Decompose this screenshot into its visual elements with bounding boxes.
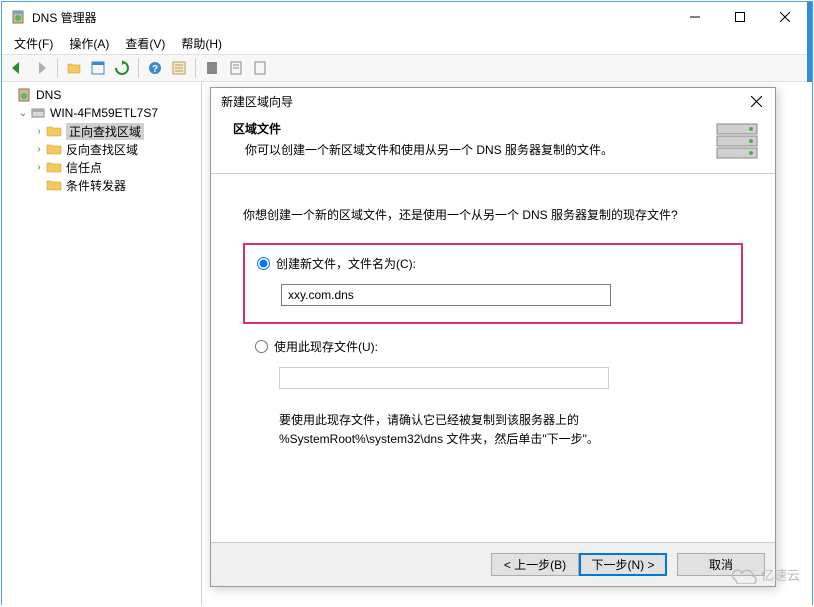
expand-icon[interactable]: ⌄: [16, 108, 30, 119]
wizard-title: 新建区域向导: [221, 93, 741, 110]
help-button[interactable]: ?: [144, 57, 166, 79]
highlight-region: 创建新文件，文件名为(C):: [243, 243, 743, 324]
back-button[interactable]: < 上一步(B): [491, 553, 579, 576]
tree-item-forward[interactable]: › 正向查找区域: [2, 122, 201, 140]
tree-server[interactable]: ⌄ WIN-4FM59ETL7S7: [2, 104, 201, 122]
server-stack-icon: [711, 120, 763, 168]
radio-create-new-input[interactable]: [257, 257, 270, 270]
maximize-button[interactable]: [717, 3, 762, 31]
wizard-note: 要使用此现存文件，请确认它已经被复制到该服务器上的 %SystemRoot%\s…: [279, 411, 731, 449]
menu-action[interactable]: 操作(A): [61, 33, 117, 54]
folder-icon: [46, 178, 62, 192]
tool-3[interactable]: [249, 57, 271, 79]
properties-button[interactable]: [168, 57, 190, 79]
tool-1[interactable]: [201, 57, 223, 79]
dns-icon: [16, 88, 32, 102]
window-title: DNS 管理器: [32, 9, 672, 26]
content-panel: 新建区域向导 区域文件 你可以创建一个新区域文件和使用从另一个 DNS 服务器复…: [202, 82, 812, 606]
tree-panel: DNS ⌄ WIN-4FM59ETL7S7 › 正向查找区域 › 反向查找区域 …: [2, 82, 202, 606]
view-button[interactable]: [87, 57, 109, 79]
folder-icon: [46, 142, 62, 156]
tree-item-reverse[interactable]: › 反向查找区域: [2, 140, 201, 158]
radio-existing-input[interactable]: [255, 340, 268, 353]
tree-item-trust[interactable]: › 信任点: [2, 158, 201, 176]
expand-icon[interactable]: ›: [32, 126, 46, 137]
tree-root[interactable]: DNS: [2, 86, 201, 104]
watermark: 亿速云: [729, 565, 800, 584]
menu-help[interactable]: 帮助(H): [173, 33, 230, 54]
tree-item-conditional[interactable]: 条件转发器: [2, 176, 201, 194]
expand-icon[interactable]: ›: [32, 144, 46, 155]
back-button[interactable]: [6, 57, 28, 79]
radio-existing-label: 使用此现存文件(U):: [274, 338, 378, 355]
svg-text:?: ?: [152, 64, 158, 75]
next-button[interactable]: 下一步(N) >: [579, 553, 667, 576]
up-button[interactable]: [63, 57, 85, 79]
menubar: 文件(F) 操作(A) 查看(V) 帮助(H): [2, 32, 812, 54]
minimize-button[interactable]: [672, 3, 717, 31]
wizard-header-subtitle: 你可以创建一个新区域文件和使用从另一个 DNS 服务器复制的文件。: [233, 141, 711, 158]
folder-icon: [46, 124, 62, 138]
menu-view[interactable]: 查看(V): [117, 33, 173, 54]
app-icon: [10, 9, 26, 25]
radio-create-label: 创建新文件，文件名为(C):: [276, 255, 416, 272]
server-icon: [30, 106, 46, 120]
radio-use-existing[interactable]: 使用此现存文件(U):: [255, 338, 731, 355]
refresh-button[interactable]: [111, 57, 133, 79]
wizard-close-button[interactable]: [741, 90, 771, 112]
forward-button[interactable]: [30, 57, 52, 79]
radio-create-new[interactable]: 创建新文件，文件名为(C):: [257, 255, 729, 272]
existing-filename-input: [279, 367, 609, 389]
wizard-dialog: 新建区域向导 区域文件 你可以创建一个新区域文件和使用从另一个 DNS 服务器复…: [210, 87, 776, 587]
titlebar: DNS 管理器: [2, 2, 812, 32]
folder-icon: [46, 160, 62, 174]
tool-2[interactable]: [225, 57, 247, 79]
wizard-header-title: 区域文件: [233, 120, 711, 137]
wizard-question: 你想创建一个新的区域文件，还是使用一个从另一个 DNS 服务器复制的现存文件?: [243, 206, 743, 223]
expand-icon[interactable]: ›: [32, 162, 46, 173]
toolbar: ?: [2, 54, 812, 82]
close-button[interactable]: [762, 3, 807, 31]
filename-input[interactable]: [281, 284, 611, 306]
menu-file[interactable]: 文件(F): [6, 33, 61, 54]
